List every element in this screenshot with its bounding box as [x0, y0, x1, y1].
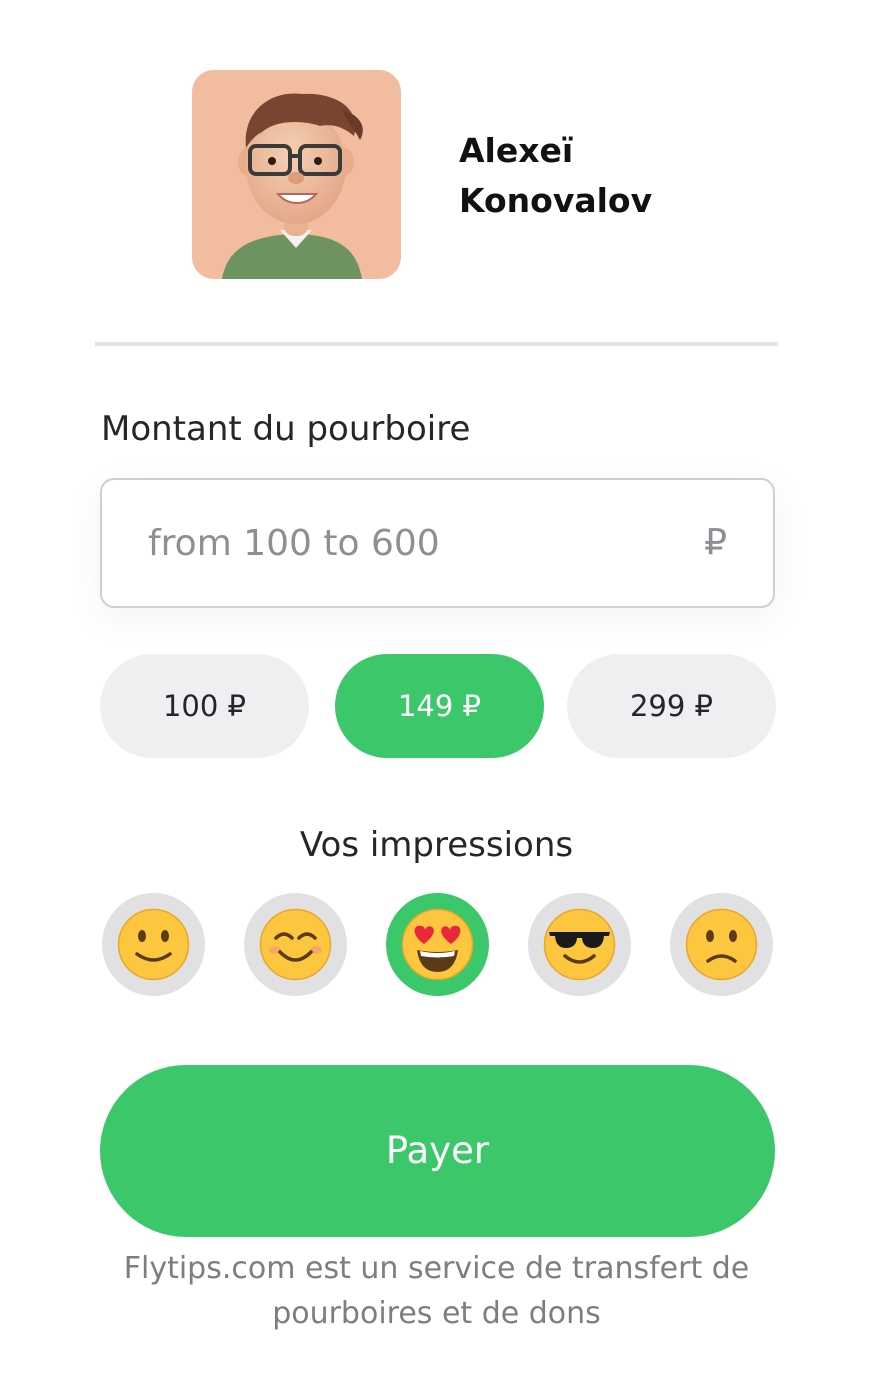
impression-heart-eyes-button[interactable] — [386, 893, 489, 996]
footer-text: Flytips.com est un service de transfert … — [123, 1251, 750, 1331]
divider — [95, 342, 778, 346]
slightly-frowning-face-icon — [685, 908, 758, 981]
amount-input[interactable] — [148, 480, 668, 606]
user-name: Alexeï Konovalov — [459, 131, 653, 220]
impression-slightly-smiling-button[interactable] — [102, 893, 205, 996]
amount-field[interactable]: ₽ — [100, 478, 775, 608]
impression-smiling-eyes-button[interactable] — [244, 893, 347, 996]
smiling-face-with-smiling-eyes-icon — [259, 908, 332, 981]
impression-frowning-button[interactable] — [670, 893, 773, 996]
heart-eyes-face-icon — [401, 908, 474, 981]
amount-label: Montant du pourboire — [101, 409, 471, 449]
currency-symbol: ₽ — [704, 522, 727, 563]
person-avatar-icon — [222, 93, 363, 279]
quick-amount-149-button[interactable]: 149 ₽ — [335, 654, 544, 758]
avatar — [192, 70, 401, 279]
quick-amount-100-button[interactable]: 100 ₽ — [100, 654, 309, 758]
slightly-smiling-face-icon — [117, 908, 190, 981]
sunglasses-face-icon — [543, 908, 616, 981]
impressions-label: Vos impressions — [299, 825, 574, 865]
quick-amount-299-button[interactable]: 299 ₽ — [567, 654, 776, 758]
impression-sunglasses-button[interactable] — [528, 893, 631, 996]
pay-button[interactable]: Payer — [100, 1065, 775, 1237]
